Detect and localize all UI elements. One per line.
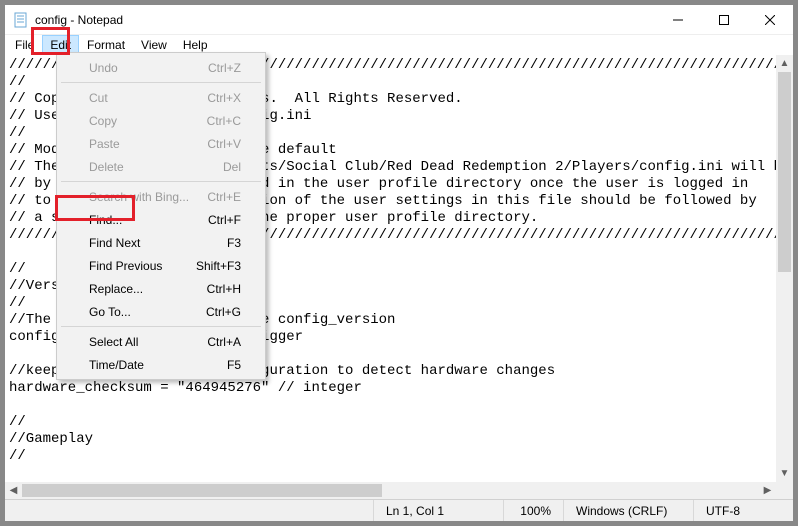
menu-item-shortcut: Ctrl+V	[207, 137, 241, 151]
menu-item-label: Paste	[89, 137, 120, 151]
status-line-ending: Windows (CRLF)	[563, 500, 693, 521]
menu-item-time-date[interactable]: Time/Date F5	[59, 353, 263, 376]
maximize-button[interactable]	[701, 5, 747, 35]
menu-item-label: Find Previous	[89, 259, 162, 273]
menu-item-shortcut: Ctrl+C	[207, 114, 241, 128]
menu-item-go-to[interactable]: Go To... Ctrl+G	[59, 300, 263, 323]
vscroll-thumb[interactable]	[778, 72, 791, 272]
horizontal-scrollbar[interactable]: ◀ ▶	[5, 482, 776, 499]
menu-separator	[61, 326, 261, 327]
menu-separator	[61, 82, 261, 83]
menu-item-shortcut: Ctrl+Z	[208, 61, 241, 75]
menu-item-label: Copy	[89, 114, 117, 128]
close-button[interactable]	[747, 5, 793, 35]
scroll-right-icon[interactable]: ▶	[759, 482, 776, 499]
menu-item-select-all[interactable]: Select All Ctrl+A	[59, 330, 263, 353]
menu-item-label: Delete	[89, 160, 124, 174]
menu-item-shortcut: Ctrl+A	[207, 335, 241, 349]
menu-item-label: Cut	[89, 91, 108, 105]
minimize-button[interactable]	[655, 5, 701, 35]
menu-item-label: Find...	[89, 213, 122, 227]
menu-item-shortcut: Ctrl+F	[208, 213, 241, 227]
menu-item-shortcut: Ctrl+E	[207, 190, 241, 204]
menu-item-shortcut: Shift+F3	[196, 259, 241, 273]
scroll-left-icon[interactable]: ◀	[5, 482, 22, 499]
menu-item-shortcut: F5	[227, 358, 241, 372]
notepad-icon	[13, 12, 29, 28]
hscroll-thumb[interactable]	[22, 484, 382, 497]
menu-item-undo: Undo Ctrl+Z	[59, 56, 263, 79]
menu-item-replace[interactable]: Replace... Ctrl+H	[59, 277, 263, 300]
hscroll-track[interactable]	[22, 482, 759, 499]
menu-item-label: Replace...	[89, 282, 143, 296]
menu-item-delete: Delete Del	[59, 155, 263, 178]
edit-menu-dropdown: Undo Ctrl+Z Cut Ctrl+X Copy Ctrl+C Paste Ctrl+V…	[56, 52, 266, 380]
menu-file[interactable]: File	[7, 35, 42, 55]
menu-item-find-next[interactable]: Find Next F3	[59, 231, 263, 254]
menu-item-paste: Paste Ctrl+V	[59, 132, 263, 155]
menu-item-cut: Cut Ctrl+X	[59, 86, 263, 109]
menu-item-shortcut: F3	[227, 236, 241, 250]
menu-item-find-previous[interactable]: Find Previous Shift+F3	[59, 254, 263, 277]
menu-item-label: Search with Bing...	[89, 190, 189, 204]
menu-item-label: Go To...	[89, 305, 131, 319]
menu-item-shortcut: Del	[223, 160, 241, 174]
scroll-corner	[776, 482, 793, 499]
status-zoom: 100%	[503, 500, 563, 521]
menu-separator	[61, 181, 261, 182]
menu-item-label: Time/Date	[89, 358, 144, 372]
menu-item-label: Find Next	[89, 236, 140, 250]
window-title: config - Notepad	[35, 13, 123, 27]
menu-item-shortcut: Ctrl+H	[207, 282, 241, 296]
menu-item-copy: Copy Ctrl+C	[59, 109, 263, 132]
menu-item-label: Undo	[89, 61, 118, 75]
menu-item-shortcut: Ctrl+X	[207, 91, 241, 105]
titlebar: config - Notepad	[5, 5, 793, 35]
menu-item-shortcut: Ctrl+G	[206, 305, 241, 319]
menu-item-find[interactable]: Find... Ctrl+F	[59, 208, 263, 231]
scroll-up-icon[interactable]: ▲	[776, 55, 793, 72]
vertical-scrollbar[interactable]: ▲ ▼	[776, 55, 793, 482]
menu-item-label: Select All	[89, 335, 138, 349]
menu-item-search-with-bing: Search with Bing... Ctrl+E	[59, 185, 263, 208]
statusbar: Ln 1, Col 1 100% Windows (CRLF) UTF-8	[5, 499, 793, 521]
scroll-down-icon[interactable]: ▼	[776, 465, 793, 482]
vscroll-track[interactable]	[776, 72, 793, 465]
status-encoding: UTF-8	[693, 500, 793, 521]
status-position: Ln 1, Col 1	[373, 500, 503, 521]
